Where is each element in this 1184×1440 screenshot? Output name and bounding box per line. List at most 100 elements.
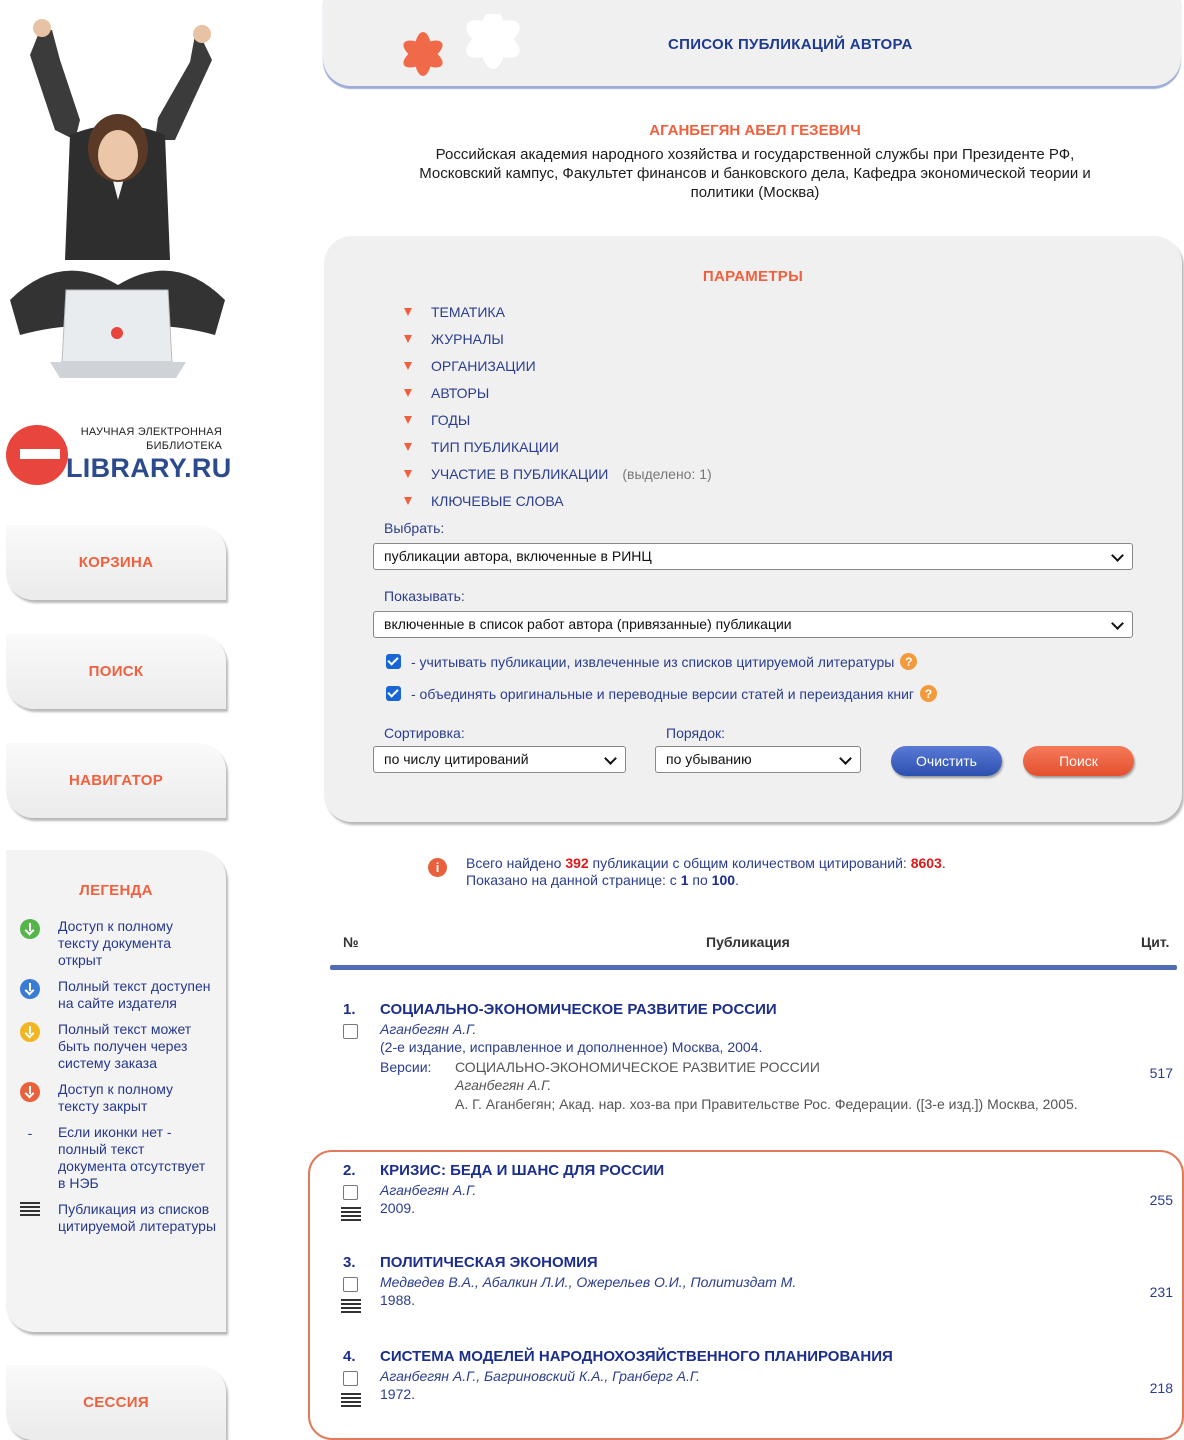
- include-cited-lists-label: - учитывать публикации, извлеченные из с…: [411, 653, 895, 670]
- sort-dropdown[interactable]: по числу цитирований: [373, 746, 626, 773]
- summary-line-2: Показано на данной странице: с 1 по 100.: [466, 872, 946, 889]
- citation-count[interactable]: 255: [1150, 1192, 1173, 1208]
- show-label: Показывать:: [384, 588, 465, 604]
- filter-topic[interactable]: ТЕМАТИКА: [404, 298, 712, 325]
- author-affiliation-line: Российская академия народного хозяйства …: [435, 146, 1075, 163]
- filter-authors[interactable]: АВТОРЫ: [404, 379, 712, 406]
- red-download-icon: [20, 1082, 40, 1102]
- publication-number: 3.: [343, 1254, 356, 1271]
- publication-checkbox[interactable]: [343, 1024, 358, 1039]
- clear-button[interactable]: Очистить: [891, 746, 1002, 776]
- elibrary-logo[interactable]: НАУЧНАЯ ЭЛЕКТРОННАЯ БИБЛИОТЕКА LIBRARY.R…: [6, 415, 231, 490]
- filter-participation[interactable]: УЧАСТИЕ В ПУБЛИКАЦИИ (выделено: 1): [404, 460, 712, 487]
- triangle-down-icon: [404, 415, 412, 424]
- summary-text: публикации с общим количеством цитирован…: [588, 855, 911, 871]
- filter-label: КЛЮЧЕВЫЕ СЛОВА: [431, 492, 564, 509]
- sidebar-navigator-button[interactable]: НАВИГАТОР: [6, 743, 226, 818]
- publication-title-link[interactable]: КРИЗИС: БЕДА И ШАНС ДЛЯ РОССИИ: [380, 1162, 664, 1179]
- sidebar-cart-button[interactable]: КОРЗИНА: [6, 525, 226, 600]
- legend-item: Доступ к полному тексту закрыт: [20, 1081, 216, 1115]
- page-header: СПИСОК ПУБЛИКАЦИЙ АВТОРА: [323, 0, 1181, 86]
- logo-tagline-line1: НАУЧНАЯ ЭЛЕКТРОННАЯ: [80, 426, 222, 438]
- triangle-down-icon: [404, 442, 412, 451]
- author-affiliation: Российская академия народного хозяйства …: [345, 145, 1165, 202]
- order-label: Порядок:: [666, 725, 726, 741]
- select-label: Выбрать:: [384, 520, 445, 536]
- citation-count[interactable]: 218: [1150, 1380, 1173, 1396]
- publication-title-link[interactable]: СОЦИАЛЬНО-ЭКОНОМИЧЕСКОЕ РАЗВИТИЕ РОССИИ: [380, 1001, 777, 1018]
- legend-title: ЛЕГЕНДА: [79, 882, 153, 899]
- publication-checkbox[interactable]: [343, 1277, 358, 1292]
- publication-number: 2.: [343, 1162, 356, 1179]
- chevron-down-icon: [604, 752, 617, 765]
- logo-tagline-line2: БИБЛИОТЕКА: [146, 440, 222, 452]
- page-title: СПИСОК ПУБЛИКАЦИЙ АВТОРА: [668, 36, 913, 53]
- triangle-down-icon: [404, 496, 412, 505]
- citation-count[interactable]: 231: [1150, 1284, 1173, 1300]
- sort-label: Сортировка:: [384, 725, 465, 741]
- total-count: 392: [565, 855, 589, 871]
- publication-row: 3. ПОЛИТИЧЕСКАЯ ЭКОНОМИЯ Медведев В.А., …: [341, 1254, 1177, 1329]
- merge-versions-checkbox[interactable]: [386, 686, 401, 701]
- merge-versions-row: - объединять оригинальные и переводные в…: [386, 685, 938, 702]
- summary-line-1: Всего найдено 392 публикации с общим кол…: [466, 855, 946, 872]
- filter-label: УЧАСТИЕ В ПУБЛИКАЦИИ: [431, 465, 609, 482]
- publication-authors: Аганбегян А.Г.: [380, 1182, 477, 1198]
- range-to: 100: [711, 872, 736, 888]
- publication-title-link[interactable]: СИСТЕМА МОДЕЛЕЙ НАРОДНОХОЗЯЙСТВЕННОГО ПЛ…: [380, 1348, 893, 1365]
- info-icon: i: [428, 858, 447, 877]
- citation-count[interactable]: 517: [1150, 1065, 1173, 1081]
- elibrary-e-mark: [6, 425, 68, 485]
- sidebar-search-button[interactable]: ПОИСК: [6, 634, 226, 709]
- legend-item: Полный текст может быть получен через си…: [20, 1021, 216, 1072]
- column-header-number[interactable]: №: [343, 934, 359, 950]
- legend-item-text: Если иконки нет - полный текст документа…: [58, 1124, 206, 1191]
- filter-keywords[interactable]: КЛЮЧЕВЫЕ СЛОВА: [404, 487, 712, 514]
- publication-checkbox[interactable]: [343, 1371, 358, 1386]
- filter-label: ТЕМАТИКА: [431, 303, 505, 320]
- sidebar-session-button[interactable]: СЕССИЯ: [6, 1365, 226, 1440]
- filter-journals[interactable]: ЖУРНАЛЫ: [404, 325, 712, 352]
- version-authors: Аганбегян А.Г.: [455, 1077, 552, 1093]
- filter-organizations[interactable]: ОРГАНИЗАЦИИ: [404, 352, 712, 379]
- column-header-publication[interactable]: Публикация: [706, 934, 790, 950]
- versions-label: Версии:: [380, 1059, 432, 1075]
- publication-checkbox[interactable]: [343, 1185, 358, 1200]
- logo-brand: LIBRARY.RU: [66, 453, 232, 483]
- filter-years[interactable]: ГОДЫ: [404, 406, 712, 433]
- hero-woman-with-laptop-image: [10, 19, 225, 378]
- publication-authors: Медведев В.А., Абалкин Л.И., Ожерельев О…: [380, 1274, 797, 1290]
- show-dropdown[interactable]: включенные в список работ автора (привяз…: [373, 611, 1133, 638]
- chevron-down-icon: [839, 752, 852, 765]
- filter-label: ТИП ПУБЛИКАЦИИ: [431, 438, 559, 455]
- include-cited-lists-checkbox[interactable]: [386, 654, 401, 669]
- parameters-title: ПАРАМЕТРЫ: [702, 268, 804, 285]
- legend-list: Доступ к полному тексту документа открыт…: [20, 918, 216, 1244]
- order-dropdown[interactable]: по убыванию: [655, 746, 861, 773]
- publication-title-link[interactable]: ПОЛИТИЧЕСКАЯ ЭКОНОМИЯ: [380, 1254, 598, 1271]
- legend-item-text: Полный текст может быть получен через си…: [58, 1021, 192, 1071]
- help-icon[interactable]: ?: [900, 653, 918, 670]
- summary-text: .: [735, 872, 739, 888]
- include-cited-lists-row: - учитывать публикации, извлеченные из с…: [386, 653, 918, 670]
- help-icon[interactable]: ?: [920, 685, 938, 702]
- triangle-down-icon: [404, 469, 412, 478]
- column-header-citations[interactable]: Цит.: [1141, 934, 1169, 950]
- yellow-download-icon: [20, 1022, 40, 1042]
- filter-publication-type[interactable]: ТИП ПУБЛИКАЦИИ: [404, 433, 712, 460]
- version-title-link[interactable]: СОЦИАЛЬНО-ЭКОНОМИЧЕСКОЕ РАЗВИТИЕ РОССИИ: [455, 1059, 820, 1075]
- merge-versions-label: - объединять оригинальные и переводные в…: [411, 685, 915, 702]
- dash-icon: -: [27, 1125, 33, 1141]
- select-value: публикации автора, включенные в РИНЦ: [384, 548, 652, 564]
- publication-row: 4. СИСТЕМА МОДЕЛЕЙ НАРОДНОХОЗЯЙСТВЕННОГО…: [341, 1348, 1177, 1423]
- triangle-down-icon: [404, 361, 412, 370]
- triangle-down-icon: [404, 307, 412, 316]
- search-button[interactable]: Поиск: [1023, 746, 1134, 776]
- select-publications-dropdown[interactable]: публикации автора, включенные в РИНЦ: [373, 543, 1133, 570]
- total-citations: 8603: [910, 855, 942, 871]
- author-affiliation-line: Московский кампус, Факультет финансов и …: [419, 165, 1091, 182]
- legend-item-text: Публикация из списков цитируемой литерат…: [58, 1201, 217, 1234]
- publication-meta: 1988.: [380, 1292, 416, 1308]
- legend-item-text: Доступ к полному тексту закрыт: [58, 1081, 174, 1114]
- summary-text: Всего найдено: [466, 855, 566, 871]
